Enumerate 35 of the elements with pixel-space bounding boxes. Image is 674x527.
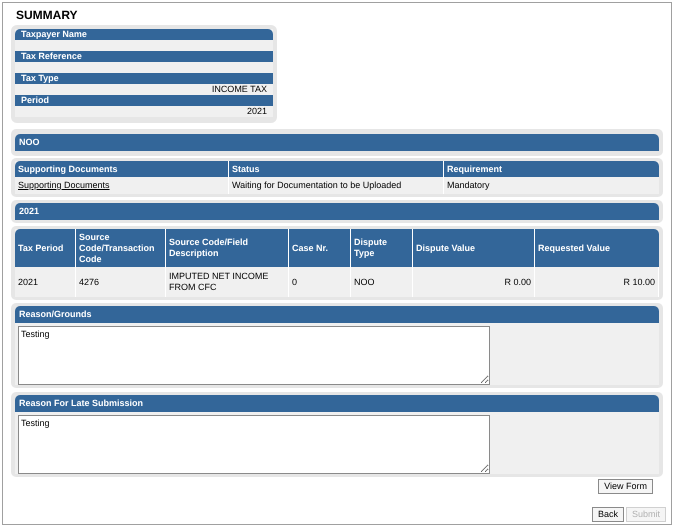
table-cell-text: IMPUTED NET INCOME FROM CFC bbox=[169, 271, 270, 293]
field-label: Period bbox=[15, 95, 273, 106]
table-cell: NOO bbox=[354, 276, 375, 288]
table-cell: Waiting for Documentation to be Uploaded bbox=[229, 177, 444, 194]
table-cell: 0 bbox=[292, 276, 298, 288]
text-area[interactable]: Testing bbox=[18, 326, 490, 385]
field-value: INCOME TAX bbox=[212, 84, 267, 95]
column-header: Dispute Value bbox=[413, 229, 535, 267]
column-header: Source Code/Field Description bbox=[166, 229, 289, 267]
table-cell: R 0.00 bbox=[504, 276, 531, 288]
section-header: Reason For Late Submission bbox=[15, 395, 659, 412]
column-header: Dispute Type bbox=[351, 229, 413, 267]
column-header: Requirement bbox=[444, 161, 659, 177]
back-button[interactable]: Back bbox=[592, 507, 624, 522]
column-header: Status bbox=[229, 161, 444, 177]
table-cell: R 10.00 bbox=[623, 276, 655, 288]
section-header: NOO bbox=[15, 134, 659, 151]
field-label: Taxpayer Name bbox=[15, 29, 273, 40]
section-header: 2021 bbox=[15, 203, 659, 220]
field-value: 2021 bbox=[246, 106, 267, 117]
text-area[interactable]: Testing bbox=[18, 415, 490, 474]
page-title: SUMMARY bbox=[15, 7, 79, 23]
column-header: Case Nr. bbox=[289, 229, 351, 267]
column-header: Tax Period bbox=[15, 229, 76, 267]
section-header: Reason/Grounds bbox=[15, 306, 659, 323]
document-link[interactable]: Supporting Documents bbox=[18, 178, 110, 192]
column-header: Source Code/Transaction Code bbox=[76, 229, 166, 267]
field-label: Tax Type bbox=[15, 73, 273, 84]
column-header: Requested Value bbox=[535, 229, 659, 267]
column-header: Supporting Documents bbox=[15, 161, 229, 177]
table-cell: 4276 bbox=[79, 276, 100, 288]
table-cell-text: Mandatory bbox=[446, 179, 491, 192]
field-label: Tax Reference bbox=[15, 51, 273, 62]
view-form-button[interactable]: View Form bbox=[598, 479, 653, 494]
table-cell: 2021 bbox=[18, 276, 38, 288]
